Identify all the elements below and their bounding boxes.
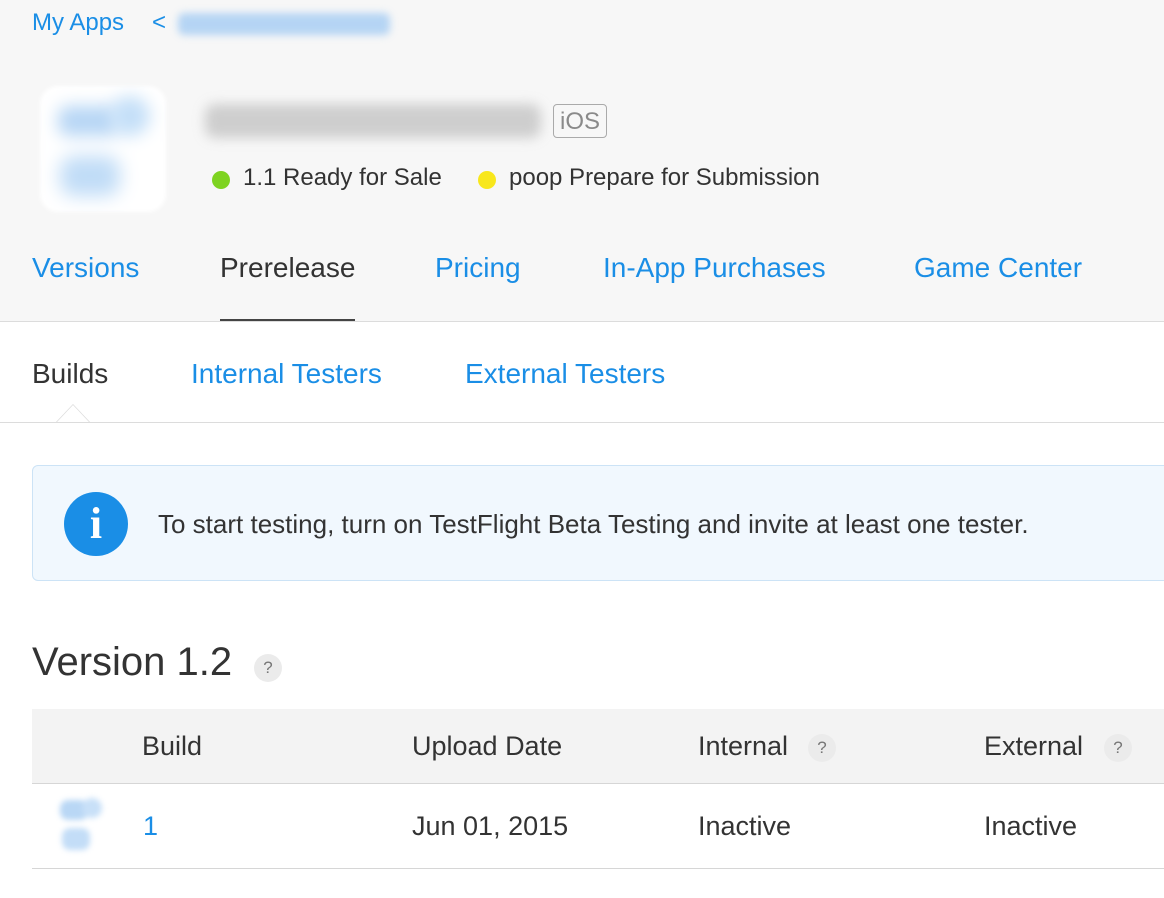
column-build: Build [142,731,203,761]
main-tabs: Versions Prerelease Pricing In-App Purch… [0,252,1164,321]
app-name [205,98,545,144]
column-upload-date: Upload Date [412,731,563,761]
tab-versions[interactable]: Versions [32,252,139,320]
external-help-icon[interactable]: ? [1104,734,1132,762]
column-internal: Internal [698,731,789,761]
info-icon: i [64,492,128,556]
app-header: My Apps < iOS 1.1 Ready for Sale poop Pr… [0,0,1164,322]
status-label: poop Prepare for Submission [509,164,820,191]
internal-status: Inactive [698,811,792,841]
tab-game-center[interactable]: Game Center [914,252,1082,320]
breadcrumb: My Apps < [32,9,390,37]
app-icon [40,86,166,212]
tab-in-app-purchases[interactable]: In-App Purchases [603,252,826,320]
status-dot-yellow-icon [478,171,496,189]
build-number-link[interactable]: 1 [143,811,158,842]
external-status: Inactive [984,811,1078,841]
tab-prerelease[interactable]: Prerelease [220,252,356,321]
status-label: 1.1 Ready for Sale [243,164,442,191]
subtab-builds[interactable]: Builds [32,358,108,390]
sub-tabs: Builds Internal Testers External Testers [0,322,1164,423]
version-help-icon[interactable]: ? [254,654,282,682]
version-title: Version 1.2 [32,640,233,684]
info-banner-text: To start testing, turn on TestFlight Bet… [158,509,1029,539]
subtab-internal-testers[interactable]: Internal Testers [191,358,382,390]
subtab-external-testers[interactable]: External Testers [465,358,665,390]
column-external: External [984,731,1084,761]
breadcrumb-chevron-icon[interactable]: < [152,9,166,37]
build-app-icon [54,794,110,856]
platform-badge: iOS [553,104,608,138]
upload-date: Jun 01, 2015 [412,811,569,841]
breadcrumb-app-name[interactable] [178,13,390,35]
tab-pricing[interactable]: Pricing [435,252,521,320]
internal-help-icon[interactable]: ? [808,734,836,762]
table-header: Build Upload Date Internal ? External ? [32,709,1164,784]
info-banner: i To start testing, turn on TestFlight B… [32,465,1164,581]
breadcrumb-my-apps[interactable]: My Apps [32,9,124,36]
table-row[interactable]: 1 Jun 01, 2015 Inactive Inactive [32,784,1164,869]
status-dot-green-icon [212,171,230,189]
